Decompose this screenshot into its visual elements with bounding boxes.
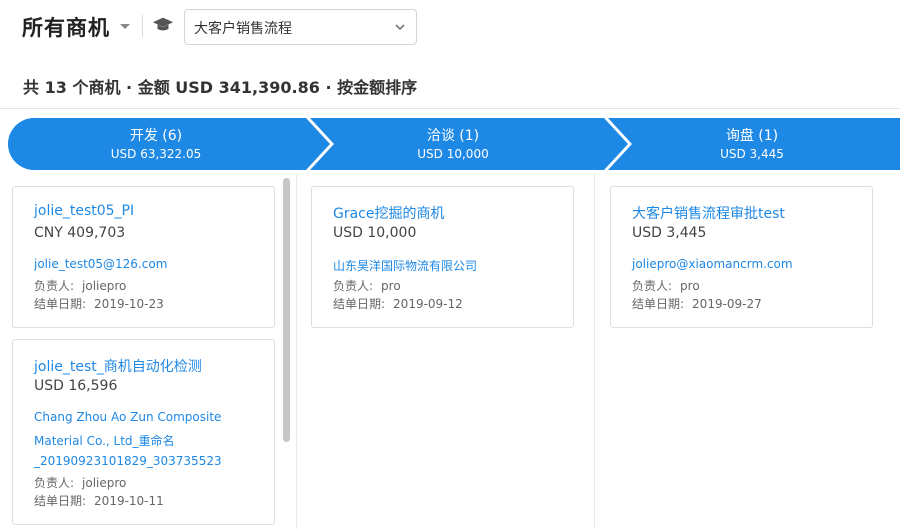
close-date-label: 结单日期:: [333, 297, 386, 311]
summary-amount-prefix: 金额: [137, 78, 170, 97]
opportunity-contact-line-3[interactable]: _20190923101829_303735523: [34, 454, 222, 468]
chevron-down-icon: [395, 24, 405, 31]
summary-dot: ·: [325, 78, 332, 97]
opportunity-owner: 负责人: joliepro: [34, 474, 126, 491]
opportunity-contact-line-1[interactable]: Chang Zhou Ao Zun Composite: [34, 410, 221, 424]
page-title: 所有商机: [22, 16, 110, 40]
summary-sort: 按金额排序: [337, 78, 418, 97]
opportunity-card[interactable]: jolie_test05_PI CNY 409,703 jolie_test05…: [12, 186, 275, 328]
opportunity-amount: CNY 409,703: [34, 225, 126, 241]
stage-3-amount: USD 3,445: [720, 147, 784, 161]
owner-label: 负责人:: [333, 279, 374, 293]
pipeline-select[interactable]: 大客户销售流程: [184, 9, 417, 45]
close-date-value: 2019-10-23: [94, 297, 164, 311]
owner-label: 负责人:: [34, 279, 75, 293]
opportunity-name[interactable]: 大客户销售流程审批test: [632, 203, 785, 223]
summary-count-prefix: 共: [23, 78, 40, 97]
opportunity-name[interactable]: jolie_test_商机自动化检测: [34, 356, 202, 376]
caret-down-icon[interactable]: [117, 18, 133, 34]
opportunity-amount: USD 10,000: [333, 225, 417, 241]
summary-count: 13: [44, 78, 67, 97]
stage-3-name[interactable]: 询盘 (1): [652, 125, 852, 145]
stage-bar: 开发 (6) USD 63,322.05 洽谈 (1) USD 10,000 询…: [0, 118, 900, 170]
close-date-label: 结单日期:: [34, 494, 87, 508]
opportunity-contact-line-2[interactable]: Material Co., Ltd_重命名: [34, 432, 175, 449]
opportunity-close-date: 结单日期: 2019-10-23: [34, 295, 164, 312]
owner-value: joliepro: [82, 476, 127, 490]
opportunity-close-date: 结单日期: 2019-10-11: [34, 492, 164, 509]
close-date-label: 结单日期:: [632, 297, 685, 311]
owner-value: joliepro: [82, 279, 127, 293]
stage-2-amount: USD 10,000: [417, 147, 489, 161]
owner-label: 负责人:: [34, 476, 75, 490]
stage-1-amount: USD 63,322.05: [110, 147, 202, 161]
owner-label: 负责人:: [632, 279, 673, 293]
close-date-value: 2019-09-27: [692, 297, 762, 311]
opportunity-name[interactable]: Grace挖掘的商机: [333, 203, 445, 223]
top-bar: 所有商机 大客户销售流程: [0, 0, 900, 56]
opportunity-amount: USD 16,596: [34, 378, 118, 394]
column-scrollbar[interactable]: [283, 178, 290, 442]
opportunity-contact[interactable]: 山东昊洋国际物流有限公司: [333, 257, 477, 274]
summary-amount: USD 341,390.86: [175, 78, 320, 97]
opportunity-close-date: 结单日期: 2019-09-27: [632, 295, 762, 312]
owner-value: pro: [680, 279, 700, 293]
pipeline-select-value: 大客户销售流程: [194, 21, 292, 37]
opportunity-owner: 负责人: pro: [333, 277, 401, 294]
opportunity-contact[interactable]: joliepro@xiaomancrm.com: [632, 257, 793, 271]
summary-dot: ·: [126, 78, 133, 97]
opportunity-contact[interactable]: jolie_test05@126.com: [34, 257, 167, 271]
opportunity-owner: 负责人: joliepro: [34, 277, 126, 294]
close-date-value: 2019-09-12: [393, 297, 463, 311]
owner-value: pro: [381, 279, 401, 293]
graduation-cap-icon: [152, 17, 174, 31]
opportunity-owner: 负责人: pro: [632, 277, 700, 294]
stage-2-name[interactable]: 洽谈 (1): [353, 125, 553, 145]
stage-1-name[interactable]: 开发 (6): [56, 125, 256, 145]
close-date-label: 结单日期:: [34, 297, 87, 311]
opportunity-close-date: 结单日期: 2019-09-12: [333, 295, 463, 312]
opportunity-card[interactable]: 大客户销售流程审批test USD 3,445 joliepro@xiaoman…: [610, 186, 873, 328]
divider: [0, 108, 900, 109]
summary-count-suffix: 个商机: [72, 78, 121, 97]
opportunity-card[interactable]: jolie_test_商机自动化检测 USD 16,596 Chang Zhou…: [12, 339, 275, 525]
close-date-value: 2019-10-11: [94, 494, 164, 508]
opportunity-card[interactable]: Grace挖掘的商机 USD 10,000 山东昊洋国际物流有限公司 负责人: p…: [311, 186, 574, 328]
summary-line: 共 13 个商机 · 金额 USD 341,390.86 · 按金额排序: [23, 74, 417, 98]
opportunity-name[interactable]: jolie_test05_PI: [34, 203, 134, 219]
divider: [142, 15, 143, 37]
opportunity-amount: USD 3,445: [632, 225, 707, 241]
